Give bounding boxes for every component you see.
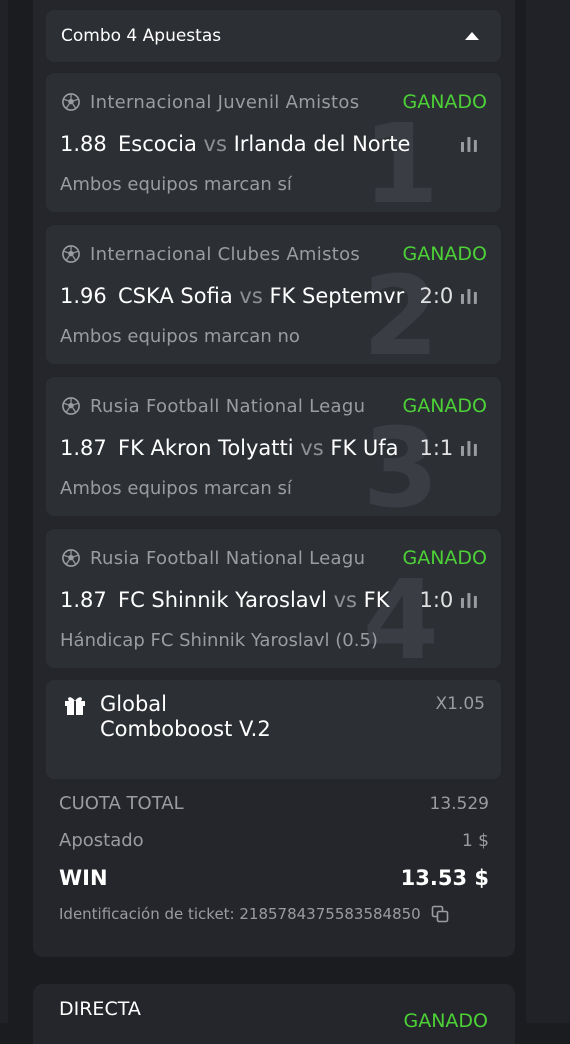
next-bet-title: DIRECTA — [59, 998, 141, 1020]
right-background — [526, 0, 570, 1023]
stake-label: Apostado — [59, 830, 144, 851]
market-label: Hándicap FC Shinnik Yaroslavl (0.5) — [60, 630, 378, 651]
match-teams: CSKA Sofia vs FK Septemvr — [118, 284, 416, 308]
bet-number: 1 — [362, 100, 439, 212]
soccer-ball-icon — [62, 397, 80, 415]
status-badge: GANADO — [402, 91, 487, 113]
league-name: Rusia Football National Leagu — [90, 547, 366, 569]
match-teams: FC Shinnik Yaroslavl vs FK — [118, 588, 416, 612]
league-name: Internacional Clubes Amistos — [90, 243, 361, 265]
bet-card-1: 1 Internacional Juvenil Amistos GANADO 1… — [46, 73, 501, 212]
league-name: Internacional Juvenil Amistos — [90, 91, 360, 113]
match-score: 1:1 — [419, 436, 454, 460]
away-team: FK Ufa — [330, 436, 399, 460]
home-team: CSKA Sofia — [118, 284, 233, 308]
vs-label: vs — [203, 132, 227, 156]
total-odds-label: CUOTA TOTAL — [59, 793, 184, 814]
total-odds-row: CUOTA TOTAL 13.529 — [59, 793, 489, 814]
boost-multiplier: X1.05 — [435, 694, 486, 714]
bet-number: 4 — [362, 556, 439, 668]
away-team: Irlanda del Norte — [233, 132, 411, 156]
stats-icon[interactable] — [459, 136, 479, 152]
bet-odds: 1.88 — [60, 132, 107, 156]
away-team: FK — [363, 588, 390, 612]
match-score: 1:0 — [419, 588, 454, 612]
vs-label: vs — [333, 588, 357, 612]
bet-number: 2 — [362, 252, 439, 364]
win-label: WIN — [59, 866, 108, 890]
home-team: FC Shinnik Yaroslavl — [118, 588, 327, 612]
bet-card-4: 4 Rusia Football National Leagu GANADO 1… — [46, 529, 501, 668]
away-team: FK Septemvr — [269, 284, 405, 308]
win-value: 13.53 $ — [400, 866, 489, 890]
league-name: Rusia Football National Leagu — [90, 395, 366, 417]
market-label: Ambos equipos marcan sí — [60, 478, 292, 499]
comboboost-card: Global Comboboost V.2 X1.05 — [46, 680, 501, 779]
bet-odds: 1.87 — [60, 436, 107, 460]
next-bet-status: GANADO — [403, 1010, 488, 1032]
bet-card-3: 3 Rusia Football National Leagu GANADO 1… — [46, 377, 501, 516]
vs-label: vs — [239, 284, 263, 308]
total-odds-value: 13.529 — [429, 793, 489, 814]
stats-icon[interactable] — [459, 592, 479, 608]
bet-odds: 1.87 — [60, 588, 107, 612]
stake-value: 1 $ — [461, 830, 489, 851]
copy-icon[interactable] — [431, 905, 449, 923]
match-score: 2:0 — [419, 284, 454, 308]
market-label: Ambos equipos marcan no — [60, 326, 300, 347]
combo-header[interactable]: Combo 4 Apuestas — [46, 10, 501, 62]
home-team: Escocia — [118, 132, 197, 156]
ticket-id: Identificación de ticket: 21857843755835… — [59, 905, 421, 923]
gift-icon — [65, 697, 85, 715]
vs-label: vs — [300, 436, 324, 460]
stats-icon[interactable] — [459, 440, 479, 456]
stats-icon[interactable] — [459, 288, 479, 304]
caret-up-icon[interactable] — [465, 32, 479, 40]
status-badge: GANADO — [402, 243, 487, 265]
combo-title: Combo 4 Apuestas — [61, 26, 222, 46]
soccer-ball-icon — [62, 549, 80, 567]
ticket-row: Identificación de ticket: 21857843755835… — [59, 905, 449, 923]
match-teams: FK Akron Tolyatti vs FK Ufa — [118, 436, 416, 460]
bet-odds: 1.96 — [60, 284, 107, 308]
stake-row: Apostado 1 $ — [59, 830, 489, 851]
bet-card-2: 2 Internacional Clubes Amistos GANADO 1.… — [46, 225, 501, 364]
boost-name: Global Comboboost V.2 — [100, 692, 271, 741]
bet-number: 3 — [362, 404, 439, 516]
left-background — [0, 0, 8, 1023]
match-teams: Escocia vs Irlanda del Norte — [118, 132, 416, 156]
soccer-ball-icon — [62, 245, 80, 263]
soccer-ball-icon — [62, 93, 80, 111]
win-row: WIN 13.53 $ — [59, 866, 489, 890]
home-team: FK Akron Tolyatti — [118, 436, 294, 460]
status-badge: GANADO — [402, 547, 487, 569]
status-badge: GANADO — [402, 395, 487, 417]
market-label: Ambos equipos marcan sí — [60, 174, 292, 195]
